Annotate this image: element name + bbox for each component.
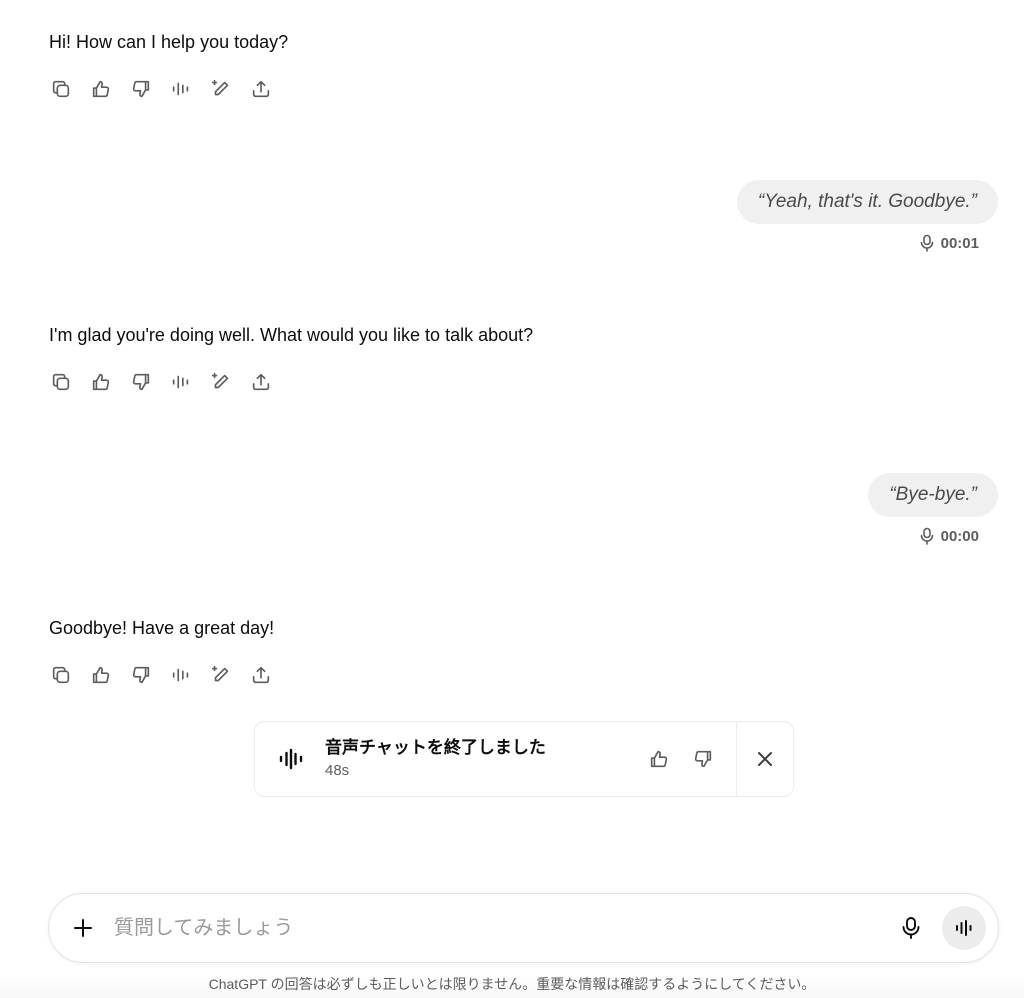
microphone-icon [920, 527, 933, 545]
copy-icon[interactable] [49, 77, 73, 101]
voice-message-duration: 00:00 [919, 527, 979, 545]
voice-chat-ended-card: 音声チャットを終了しました 48s [254, 721, 794, 797]
edit-icon[interactable] [209, 370, 233, 394]
microphone-icon [920, 234, 933, 252]
plus-icon[interactable] [70, 915, 96, 941]
thumbs-down-icon[interactable] [690, 746, 716, 772]
voice-message-duration: 00:01 [919, 234, 979, 252]
message-actions [49, 77, 289, 101]
voice-wave-icon [956, 920, 972, 936]
thumbs-up-icon[interactable] [89, 77, 113, 101]
duration-text: 00:00 [940, 527, 979, 545]
message-actions [49, 663, 289, 687]
assistant-message: Goodbye! Have a great day! [49, 618, 275, 638]
prompt-input[interactable] [114, 916, 896, 940]
edit-icon[interactable] [209, 663, 233, 687]
share-icon[interactable] [249, 663, 273, 687]
edit-icon[interactable] [209, 77, 233, 101]
voice-chat-title: 音声チャットを終了しました [325, 738, 546, 757]
assistant-message: Hi! How can I help you today? [49, 32, 289, 52]
user-message-bubble: “Bye-bye.” [868, 473, 998, 517]
thumbs-down-icon[interactable] [129, 370, 153, 394]
close-icon[interactable] [737, 721, 793, 797]
thumbs-up-icon[interactable] [89, 663, 113, 687]
read-aloud-icon[interactable] [169, 370, 193, 394]
user-message-bubble: “Yeah, that's it. Goodbye.” [736, 180, 998, 224]
message-composer [48, 893, 999, 963]
read-aloud-icon[interactable] [169, 77, 193, 101]
read-aloud-icon[interactable] [169, 663, 193, 687]
message-actions [49, 370, 289, 394]
share-icon[interactable] [249, 77, 273, 101]
voice-chat-duration: 48s [325, 762, 350, 779]
share-icon[interactable] [249, 370, 273, 394]
thumbs-down-icon[interactable] [129, 77, 153, 101]
thumbs-up-icon[interactable] [646, 746, 672, 772]
voice-chat-info: 音声チャットを終了しました 48s [325, 737, 646, 781]
voice-wave-icon [279, 748, 303, 770]
copy-icon[interactable] [49, 663, 73, 687]
thumbs-up-icon[interactable] [89, 370, 113, 394]
copy-icon[interactable] [49, 370, 73, 394]
microphone-icon[interactable] [896, 913, 926, 943]
duration-text: 00:01 [940, 234, 979, 252]
thumbs-down-icon[interactable] [129, 663, 153, 687]
assistant-message: I'm glad you're doing well. What would y… [49, 325, 534, 345]
voice-mode-button[interactable] [942, 906, 986, 950]
disclaimer-text: ChatGPT の回答は必ずしも正しいとは限りません。重要な情報は確認するように… [0, 974, 1024, 998]
